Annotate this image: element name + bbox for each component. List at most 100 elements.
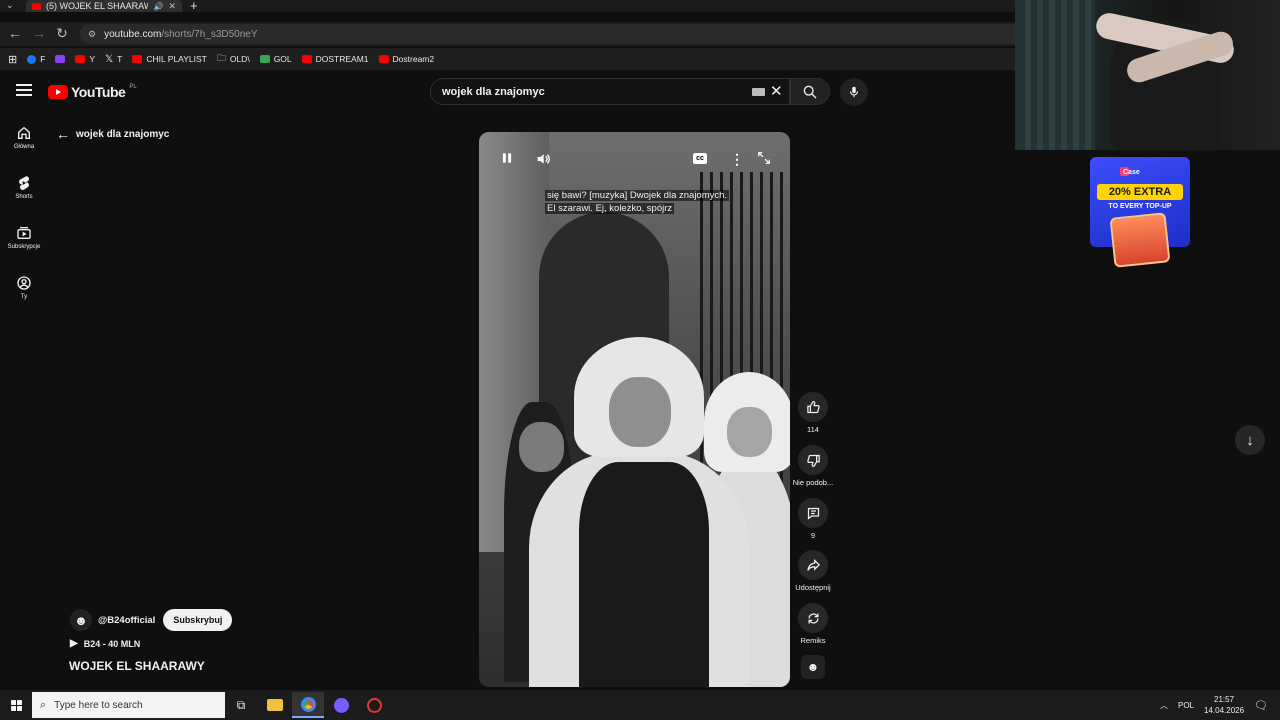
search-icon: ⌕ (40, 698, 47, 711)
next-video-button[interactable]: ↓ (1235, 425, 1265, 455)
dislike-button[interactable]: Nie podob... (791, 445, 835, 487)
arrow-down-icon: ↓ (1246, 431, 1254, 449)
nav-you-label: Ty (20, 294, 28, 300)
start-button[interactable] (0, 690, 32, 720)
youtube-icon (132, 55, 143, 63)
url-path: /shorts/7h_s3D50neY (161, 28, 258, 40)
dislike-label: Nie podob... (792, 478, 834, 487)
video-frame-detail (519, 422, 564, 472)
folder-icon (267, 699, 283, 711)
chrome-button[interactable] (292, 692, 324, 718)
bookmark-item[interactable]: F (27, 54, 45, 64)
like-button[interactable]: 114 (791, 392, 835, 434)
search-button[interactable] (790, 78, 830, 105)
volume-icon (537, 154, 550, 164)
back-label: wojek dla znajomyc (76, 128, 170, 140)
nav-shorts[interactable]: Shorts (0, 175, 48, 200)
bookmark-item[interactable]: 𝕏T (105, 54, 122, 65)
fullscreen-button[interactable] (757, 151, 771, 170)
bookmark-item[interactable]: Dostream2 (378, 54, 434, 64)
share-icon (806, 558, 820, 571)
file-explorer-button[interactable] (259, 692, 291, 718)
pause-icon (502, 153, 512, 163)
record-icon (366, 697, 382, 713)
channel-row: ☻ @B24official Subskrybuj (70, 609, 233, 631)
remix-label: Remiks (800, 636, 826, 645)
clock-time: 21:57 (1214, 695, 1235, 704)
facebook-icon (27, 54, 37, 64)
youtube-icon (75, 55, 86, 63)
thumbs-up-icon (806, 400, 820, 413)
search-input[interactable]: wojek dla znajomyc (430, 78, 790, 105)
share-label: Udostępnij (795, 583, 831, 592)
comments-button[interactable]: 9 (791, 498, 835, 540)
windows-logo-icon (10, 699, 22, 711)
video-frame-detail (727, 407, 772, 457)
bookmark-item[interactable]: CHIL PLAYLIST (132, 54, 207, 64)
playlist-link[interactable]: ▶ B24 - 40 MLN (70, 638, 140, 649)
forward-arrow-icon[interactable]: → (30, 25, 48, 41)
notifications-icon[interactable]: 🗨 (1254, 699, 1268, 712)
channel-handle[interactable]: @B24official (98, 615, 155, 626)
subscriptions-icon (17, 227, 31, 239)
short-video-player[interactable]: cc ⋮ się bawi? [muzyka] Dwojek dla znajo… (479, 132, 790, 687)
nav-you[interactable]: Ty (0, 275, 48, 300)
system-tray: ︿ POL 21:57 14.04.2026 🗨 (1160, 692, 1268, 718)
speaker-icon[interactable]: 🔊 (153, 2, 163, 11)
tab-list-chevron-icon[interactable]: ⌄ (6, 0, 14, 11)
site-info-icon[interactable]: ⚙ (88, 29, 96, 40)
hamburger-menu-icon[interactable] (16, 84, 32, 99)
home-icon (18, 126, 30, 139)
bookmark-item[interactable]: Y (75, 54, 95, 64)
twitch-icon (55, 55, 66, 63)
back-arrow-icon[interactable]: ← (6, 25, 24, 41)
remix-icon (807, 612, 819, 624)
apps-grid-icon[interactable]: ⊞ (8, 53, 17, 66)
nav-subscriptions[interactable]: Subskrypcje (0, 225, 48, 250)
bookmark-item[interactable]: GOL (259, 54, 292, 64)
pause-button[interactable] (500, 151, 514, 170)
reload-icon[interactable]: ↻ (53, 25, 71, 42)
search-placeholder: Type here to search (54, 699, 143, 711)
tab-title: (5) WOJEK EL SHAARAWY - (46, 1, 149, 11)
clock-date: 14.04.2026 (1204, 706, 1245, 715)
video-frame-detail (579, 462, 709, 687)
youtube-logo[interactable]: YouTube PL (48, 84, 137, 100)
new-tab-button[interactable]: + (190, 0, 198, 13)
search-icon (803, 85, 817, 98)
url-field[interactable]: ⚙ youtube.com/shorts/7h_s3D50neY (80, 24, 1015, 44)
logo-text: YouTube (71, 84, 126, 100)
youtube-icon (378, 55, 389, 63)
close-tab-icon[interactable]: ✕ (168, 1, 176, 12)
taskbar-search-input[interactable]: ⌕ Type here to search (32, 692, 225, 718)
remix-button[interactable]: Remiks (791, 603, 835, 645)
keyboard-icon[interactable] (752, 88, 765, 96)
nav-home[interactable]: Główna (0, 125, 48, 150)
browser-tab[interactable]: (5) WOJEK EL SHAARAWY - 🔊 ✕ (26, 0, 182, 12)
bookmark-item[interactable] (55, 55, 66, 63)
voice-search-button[interactable] (840, 78, 868, 106)
recording-app-button[interactable] (358, 692, 390, 718)
clock[interactable]: 21:57 14.04.2026 (1204, 694, 1244, 716)
tray-expand-icon[interactable]: ︿ (1160, 700, 1168, 711)
youtube-favicon-icon (32, 2, 41, 10)
bookmark-folder[interactable]: 🗀 OLD\ (217, 51, 250, 67)
bookmark-item[interactable]: DOSTREAM1 (301, 54, 369, 64)
back-to-search[interactable]: ← wojek dla znajomyc (56, 126, 169, 142)
channel-avatar[interactable]: ☻ (70, 609, 92, 631)
captions-icon[interactable]: cc (693, 153, 707, 164)
language-indicator[interactable]: POL (1178, 701, 1194, 710)
share-button[interactable]: Udostępnij (791, 550, 835, 592)
sound-source-button[interactable]: ☻ (791, 655, 835, 682)
task-view-button[interactable]: ⧉ (225, 692, 257, 718)
task-view-icon: ⧉ (236, 697, 246, 712)
more-options-icon[interactable]: ⋮ (730, 151, 744, 168)
webcam-overlay (1015, 0, 1280, 150)
subscribe-button[interactable]: Subskrybuj (163, 609, 233, 631)
volume-button[interactable] (535, 151, 551, 172)
clear-search-icon[interactable]: ✕ (770, 82, 783, 100)
folder-icon: 🗀 (216, 53, 226, 63)
messenger-button[interactable] (325, 692, 357, 718)
youtube-icon (301, 55, 312, 63)
avatar-icon: ☻ (74, 612, 88, 628)
